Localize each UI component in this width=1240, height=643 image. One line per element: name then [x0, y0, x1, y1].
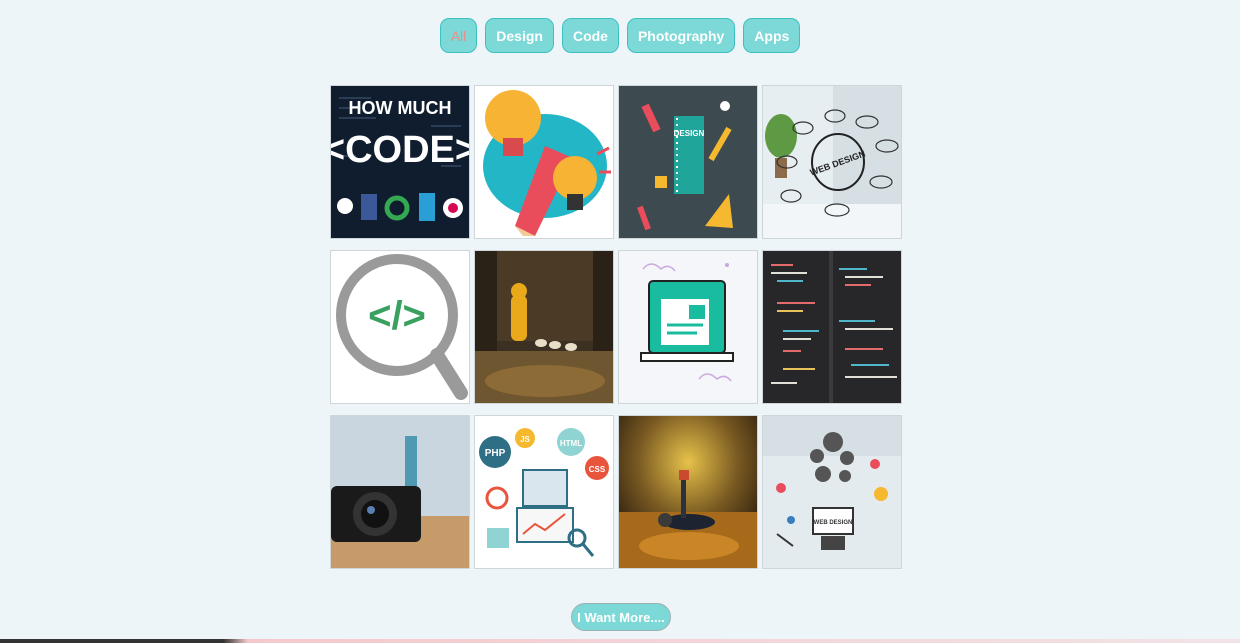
- code-glyph: </>: [368, 294, 426, 338]
- gallery-item-code-editor[interactable]: [762, 250, 902, 404]
- footer-edge: [0, 639, 1240, 643]
- web-design-gears-image: WEB DESIGN: [763, 416, 901, 568]
- js-badge: JS: [520, 435, 530, 444]
- filter-code-button[interactable]: Code: [561, 18, 619, 53]
- gallery-item-how-much-code[interactable]: HOW MUCH <CODE>: [330, 85, 470, 239]
- gallery-item-autumn-child[interactable]: [618, 415, 758, 569]
- css-badge: CSS: [589, 465, 606, 474]
- browser-window-icon: [522, 469, 568, 507]
- gallery-item-web-design-gears[interactable]: WEB DESIGN: [762, 415, 902, 569]
- lightbulb-small-icon: [553, 156, 597, 200]
- x-logo-icon: [337, 198, 353, 214]
- lightbulb-icon: [485, 90, 541, 146]
- plant-icon: [765, 114, 797, 158]
- web-design-sketch-image: WEB DESIGN: [763, 86, 901, 238]
- filter-bar: All Design Code Photography Apps: [0, 18, 1240, 53]
- windows-icon: [419, 193, 435, 221]
- camera-image: [331, 416, 469, 568]
- poster-heading: HOW MUCH: [349, 98, 452, 118]
- gallery-item-web-dev-icons[interactable]: PHP JS HTML CSS: [474, 415, 614, 569]
- child-ducklings-image: [475, 251, 613, 403]
- gallery-item-design-notebook[interactable]: DESIGN: [618, 85, 758, 239]
- gallery-item-web-design-sketch[interactable]: WEB DESIGN: [762, 85, 902, 239]
- load-more-button[interactable]: I Want More....: [571, 603, 671, 631]
- lightbulbs-pencil-image: [475, 86, 613, 238]
- child-raincoat: [511, 295, 527, 341]
- portfolio-gallery: HOW MUCH <CODE>: [330, 85, 902, 569]
- camera-small-icon: [655, 176, 667, 188]
- notebook-icon: [674, 116, 704, 194]
- duck-icon: [535, 339, 547, 347]
- leaf-icon: [679, 470, 689, 480]
- gallery-item-code-magnifier[interactable]: </>: [330, 250, 470, 404]
- code-magnifier-image: </>: [331, 251, 469, 403]
- filter-apps-button[interactable]: Apps: [743, 18, 801, 53]
- how-much-code-image: HOW MUCH <CODE>: [331, 86, 469, 238]
- php-badge: PHP: [485, 448, 506, 459]
- web-design-label-2: WEB DESIGN: [814, 520, 853, 526]
- code-editor-image: [763, 251, 901, 403]
- gallery-item-lightbulbs-pencil[interactable]: [474, 85, 614, 239]
- design-notebook-image: DESIGN: [619, 86, 757, 238]
- gear-icon: [823, 432, 843, 452]
- filter-all-button[interactable]: All: [439, 18, 478, 53]
- autumn-child-image: [619, 416, 757, 568]
- gallery-item-laptop[interactable]: [618, 250, 758, 404]
- filter-photography-button[interactable]: Photography: [626, 18, 736, 53]
- gallery-item-camera[interactable]: [330, 415, 470, 569]
- gallery-item-child-ducklings[interactable]: [474, 250, 614, 404]
- monitor-icon: [516, 507, 574, 543]
- facebook-icon: [361, 194, 377, 220]
- laptop-image: [619, 251, 757, 403]
- web-dev-icons-image: PHP JS HTML CSS: [475, 416, 613, 568]
- filter-design-button[interactable]: Design: [485, 18, 554, 53]
- poster-code-text: <CODE>: [331, 129, 469, 171]
- html-badge: HTML: [560, 439, 582, 448]
- notebook-label: DESIGN: [674, 129, 705, 138]
